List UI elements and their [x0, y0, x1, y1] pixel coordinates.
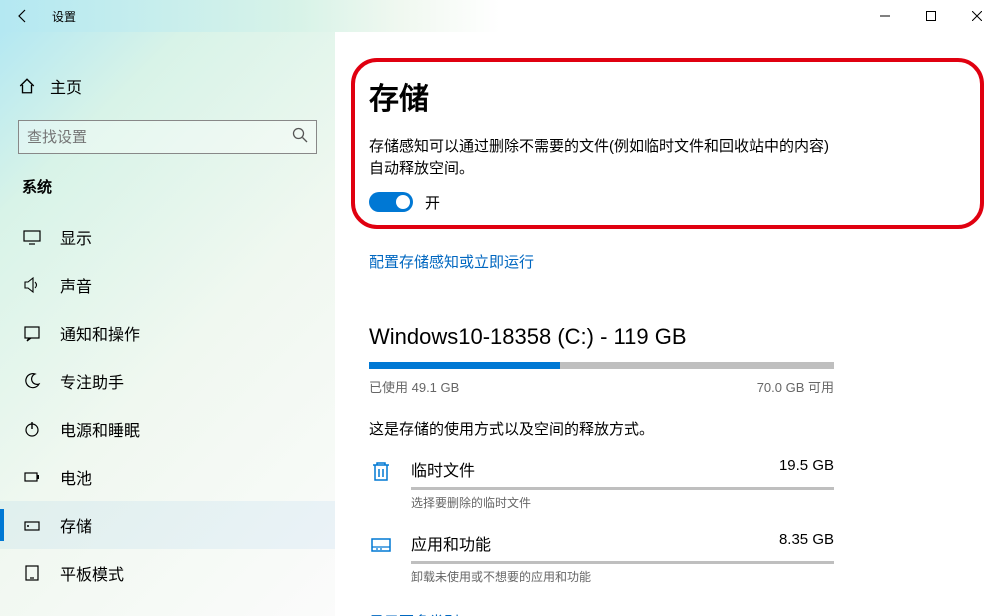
sidebar-item-display[interactable]: 显示 — [0, 213, 335, 261]
nav-label: 通知和操作 — [60, 321, 140, 345]
sidebar-item-focus[interactable]: 专注助手 — [0, 357, 335, 405]
sound-icon — [22, 276, 42, 294]
sidebar-section-header: 系统 — [0, 176, 335, 213]
home-label: 主页 — [50, 74, 82, 98]
usage-bar-fill — [369, 362, 560, 369]
drive-section: Windows10-18358 (C:) - 119 GB 已使用 49.1 G… — [369, 324, 980, 585]
window-title: 设置 — [52, 8, 76, 25]
tablet-icon — [22, 564, 42, 582]
used-label: 已使用 49.1 GB — [369, 377, 459, 396]
sidebar-item-notifications[interactable]: 通知和操作 — [0, 309, 335, 357]
free-label: 70.0 GB 可用 — [757, 377, 834, 396]
moon-icon — [22, 372, 42, 390]
usage-description: 这是存储的使用方式以及空间的释放方式。 — [369, 418, 980, 439]
sidebar-item-sound[interactable]: 声音 — [0, 261, 335, 309]
nav-label: 声音 — [60, 273, 92, 297]
search-field[interactable] — [27, 129, 292, 146]
category-temp-files[interactable]: 临时文件 19.5 GB 选择要删除的临时文件 — [369, 457, 834, 511]
content: 主页 系统 显示 声音 通知和操作 专注助手 电源和睡眠 电池 — [0, 32, 1000, 616]
nav-label: 显示 — [60, 225, 92, 249]
display-icon — [22, 228, 42, 246]
sidebar-item-power[interactable]: 电源和睡眠 — [0, 405, 335, 453]
category-bar — [411, 561, 834, 564]
category-size: 8.35 GB — [779, 531, 834, 555]
usage-caption: 已使用 49.1 GB 70.0 GB 可用 — [369, 377, 834, 396]
nav-label: 电池 — [60, 465, 92, 489]
back-button[interactable] — [0, 0, 46, 32]
category-body: 应用和功能 8.35 GB 卸载未使用或不想要的应用和功能 — [411, 531, 834, 585]
maximize-button[interactable] — [908, 0, 954, 32]
search-input[interactable] — [18, 120, 317, 154]
show-more-categories-link[interactable]: 显示更多类别 — [369, 611, 459, 616]
storage-sense-toggle-row: 开 — [369, 192, 958, 213]
home-link[interactable]: 主页 — [0, 66, 335, 106]
close-button[interactable] — [954, 0, 1000, 32]
notification-icon — [22, 324, 42, 342]
minimize-icon — [880, 11, 890, 21]
apps-icon — [369, 533, 397, 562]
category-title: 应用和功能 — [411, 531, 491, 555]
sidebar: 主页 系统 显示 声音 通知和操作 专注助手 电源和睡眠 电池 — [0, 32, 335, 616]
close-icon — [972, 11, 982, 21]
toggle-label: 开 — [425, 192, 440, 213]
drive-title: Windows10-18358 (C:) - 119 GB — [369, 324, 980, 350]
arrow-left-icon — [15, 8, 31, 24]
home-icon — [18, 77, 36, 95]
power-icon — [22, 420, 42, 438]
minimize-button[interactable] — [862, 0, 908, 32]
category-size: 19.5 GB — [779, 457, 834, 481]
storage-icon — [22, 516, 42, 534]
nav-label: 存储 — [60, 513, 92, 537]
nav-label: 电源和睡眠 — [60, 417, 140, 441]
sidebar-item-battery[interactable]: 电池 — [0, 453, 335, 501]
category-title: 临时文件 — [411, 457, 475, 481]
usage-bar — [369, 362, 834, 369]
maximize-icon — [926, 11, 936, 21]
titlebar: 设置 — [0, 0, 1000, 32]
highlight-box: 存储 存储感知可以通过删除不需要的文件(例如临时文件和回收站中的内容)自动释放空… — [351, 58, 984, 229]
sidebar-item-tablet[interactable]: 平板模式 — [0, 549, 335, 597]
page-title: 存储 — [369, 74, 958, 118]
search-icon — [292, 127, 308, 148]
category-apps[interactable]: 应用和功能 8.35 GB 卸载未使用或不想要的应用和功能 — [369, 531, 834, 585]
sidebar-item-storage[interactable]: 存储 — [0, 501, 335, 549]
nav-label: 专注助手 — [60, 369, 124, 393]
nav-label: 平板模式 — [60, 561, 124, 585]
battery-icon — [22, 468, 42, 486]
trash-icon — [369, 459, 397, 488]
storage-sense-toggle[interactable] — [369, 192, 413, 212]
configure-storage-sense-link[interactable]: 配置存储感知或立即运行 — [369, 251, 534, 272]
category-bar — [411, 487, 834, 490]
category-sub: 选择要删除的临时文件 — [411, 494, 834, 511]
storage-sense-description: 存储感知可以通过删除不需要的文件(例如临时文件和回收站中的内容)自动释放空间。 — [369, 136, 829, 180]
category-sub: 卸载未使用或不想要的应用和功能 — [411, 568, 834, 585]
category-body: 临时文件 19.5 GB 选择要删除的临时文件 — [411, 457, 834, 511]
window-controls — [862, 0, 1000, 32]
main-panel: 存储 存储感知可以通过删除不需要的文件(例如临时文件和回收站中的内容)自动释放空… — [335, 32, 1000, 616]
